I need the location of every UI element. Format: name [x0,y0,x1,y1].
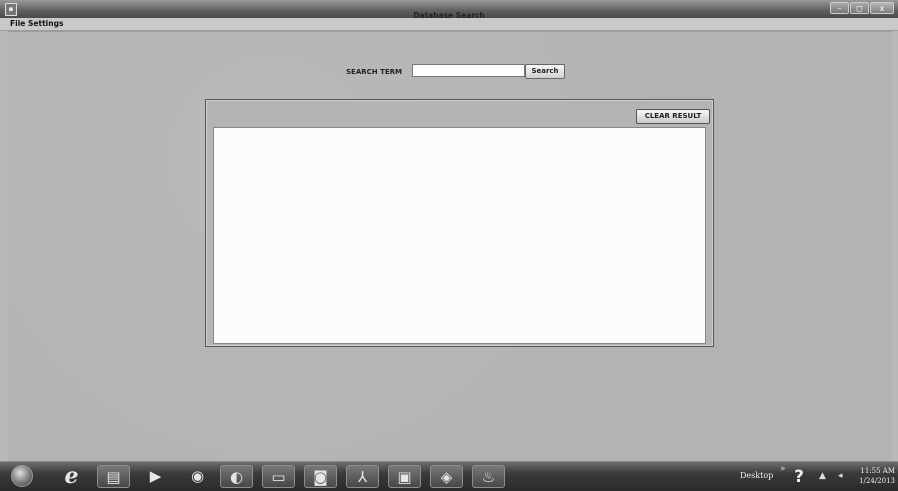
results-panel: CLEAR RESULT [205,99,714,347]
search-button[interactable]: Search [525,64,565,79]
pdf-reader-icon[interactable]: ⅄ [346,465,379,488]
search-term-label: SEARCH TERM [346,68,402,76]
system-clock[interactable]: 11:55 AM 1/24/2013 [849,466,895,486]
clear-result-button[interactable]: CLEAR RESULT [636,109,710,124]
file-explorer-icon[interactable]: ▤ [97,465,130,488]
results-text-area[interactable] [213,127,706,344]
chart-app-icon[interactable]: ▣ [388,465,421,488]
page-title: Database Search [413,11,485,20]
browser-globe-icon[interactable]: ◐ [220,465,253,488]
desktop-toolbar-label[interactable]: Desktop [740,471,773,480]
internet-explorer-icon[interactable]: e [55,465,88,488]
start-orb-icon[interactable] [11,465,33,487]
package-icon[interactable]: ◈ [430,465,463,488]
java-app-icon[interactable]: ♨ [472,465,505,488]
help-icon[interactable]: ? [789,467,809,487]
printer-icon[interactable]: ▭ [262,465,295,488]
show-hidden-icons-icon[interactable]: ▲ [819,471,826,481]
network-icon[interactable]: ◂ [838,471,843,481]
clock-date: 1/24/2013 [859,477,895,485]
taskbar: e ▤ ▶ ◉ ◐ ▭ ◙ ⅄ ▣ ◈ ♨ Desktop » ? ▲ ◂ 11… [0,461,898,491]
clock-time: 11:55 AM [860,467,895,475]
search-input[interactable] [412,64,525,77]
disc-icon[interactable]: ◉ [181,465,214,488]
camera-icon[interactable]: ◙ [304,465,337,488]
chevron-right-icon[interactable]: » [780,464,786,474]
media-player-icon[interactable]: ▶ [139,465,172,488]
